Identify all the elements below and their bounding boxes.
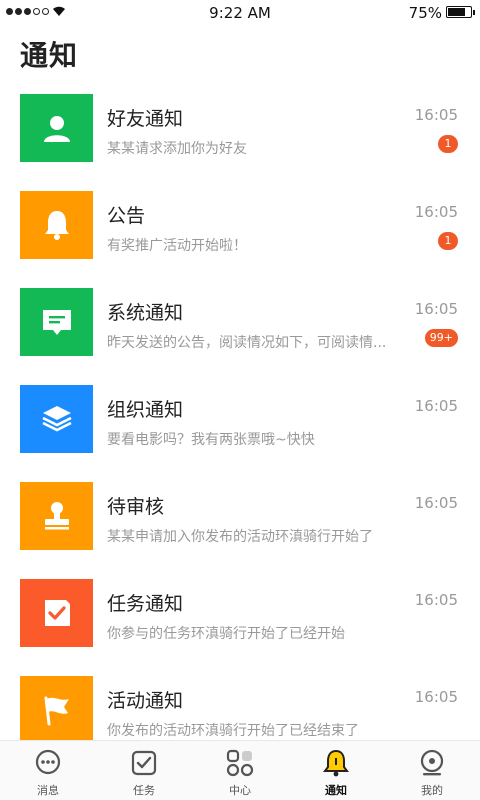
notification-item-friend[interactable]: 好友通知 16:05 某某请求添加你为好友 1 [0, 84, 480, 181]
notification-subtitle: 某某申请加入你发布的活动环滇骑行开始了 [107, 529, 373, 545]
notification-subtitle: 你参与的任务环滇骑行开始了已经开始 [107, 626, 345, 642]
notification-time: 16:05 [414, 300, 458, 318]
battery-percentage: 75% [408, 4, 442, 22]
notification-title: 任务通知 [107, 593, 184, 615]
notification-icon-box [20, 482, 93, 550]
message-icon [42, 310, 71, 335]
flag-icon [44, 696, 69, 726]
notification-item-organization[interactable]: 组织通知 16:05 要看电影吗？我有两张票哦~快快 [0, 375, 480, 472]
unread-badge: 99+ [424, 329, 458, 347]
notification-time: 16:05 [414, 397, 458, 415]
notification-time: 16:05 [414, 591, 458, 609]
tab-label: 中心 [229, 784, 251, 797]
notification-title: 活动通知 [107, 690, 184, 712]
grid-icon [226, 749, 254, 777]
user-icon [43, 116, 70, 142]
notification-subtitle: 有奖推广活动开始啦！ [107, 238, 247, 254]
tab-center[interactable]: 中心 [192, 741, 288, 800]
notification-list: 好友通知 16:05 某某请求添加你为好友 1 公告 16:05 有奖推广活动开… [0, 84, 480, 740]
tab-label: 我的 [421, 784, 443, 797]
tab-messages[interactable]: 消息 [0, 741, 96, 800]
notification-subtitle: 要看电影吗？我有两张票哦~快快 [107, 432, 315, 448]
unread-badge: 1 [438, 232, 458, 250]
tab-notifications[interactable]: 通知 [288, 741, 384, 800]
notification-item-pending-review[interactable]: 待审核 16:05 某某申请加入你发布的活动环滇骑行开始了 [0, 472, 480, 569]
page-title: 通知 [20, 39, 79, 72]
notification-time: 16:05 [414, 203, 458, 221]
notification-subtitle: 你发布的活动环滇骑行开始了已经结束了 [107, 723, 359, 739]
notification-item-announcement[interactable]: 公告 16:05 有奖推广活动开始啦！ 1 [0, 181, 480, 278]
tab-profile[interactable]: 我的 [384, 741, 480, 800]
notification-icon-box [20, 191, 93, 259]
notification-item-task[interactable]: 任务通知 16:05 你参与的任务环滇骑行开始了已经开始 [0, 569, 480, 666]
notification-title: 组织通知 [107, 399, 184, 421]
notification-subtitle: 某某请求添加你为好友 [107, 141, 247, 157]
chat-icon [35, 749, 61, 775]
tab-label: 通知 [325, 784, 347, 797]
notification-title: 待审核 [107, 496, 165, 518]
tab-label: 任务 [133, 784, 155, 797]
notification-icon-box [20, 385, 93, 453]
battery-icon [446, 6, 475, 18]
stamp-icon [44, 502, 69, 530]
notification-title: 系统通知 [107, 302, 184, 324]
notification-time: 16:05 [414, 494, 458, 512]
notification-icon-box [20, 579, 93, 647]
profile-icon [420, 749, 444, 776]
notification-item-system[interactable]: 系统通知 16:05 昨天发送的公告，阅读情况如下，可阅读情... 99+ [0, 278, 480, 375]
bell-icon [44, 211, 69, 240]
notification-title: 好友通知 [107, 108, 184, 130]
unread-badge: 1 [438, 135, 458, 153]
bottom-tab-bar: 消息 任务 中心 通知 我的 [0, 740, 480, 800]
notification-title: 公告 [107, 205, 146, 227]
task-check-icon [44, 600, 70, 626]
tab-label: 消息 [37, 784, 59, 797]
task-icon [131, 750, 157, 776]
notification-time: 16:05 [414, 688, 458, 706]
notification-time: 16:05 [414, 106, 458, 124]
status-bar: 9:22 AM 75% [0, 0, 480, 24]
notification-icon-box [20, 94, 93, 162]
bell-icon [323, 749, 349, 777]
notification-item-activity[interactable]: 活动通知 16:05 你发布的活动环滇骑行开始了已经结束了 [0, 666, 480, 740]
layers-icon [41, 406, 72, 432]
tab-tasks[interactable]: 任务 [96, 741, 192, 800]
notification-subtitle: 昨天发送的公告，阅读情况如下，可阅读情... [107, 335, 387, 351]
notification-icon-box [20, 288, 93, 356]
notification-icon-box [20, 676, 93, 740]
